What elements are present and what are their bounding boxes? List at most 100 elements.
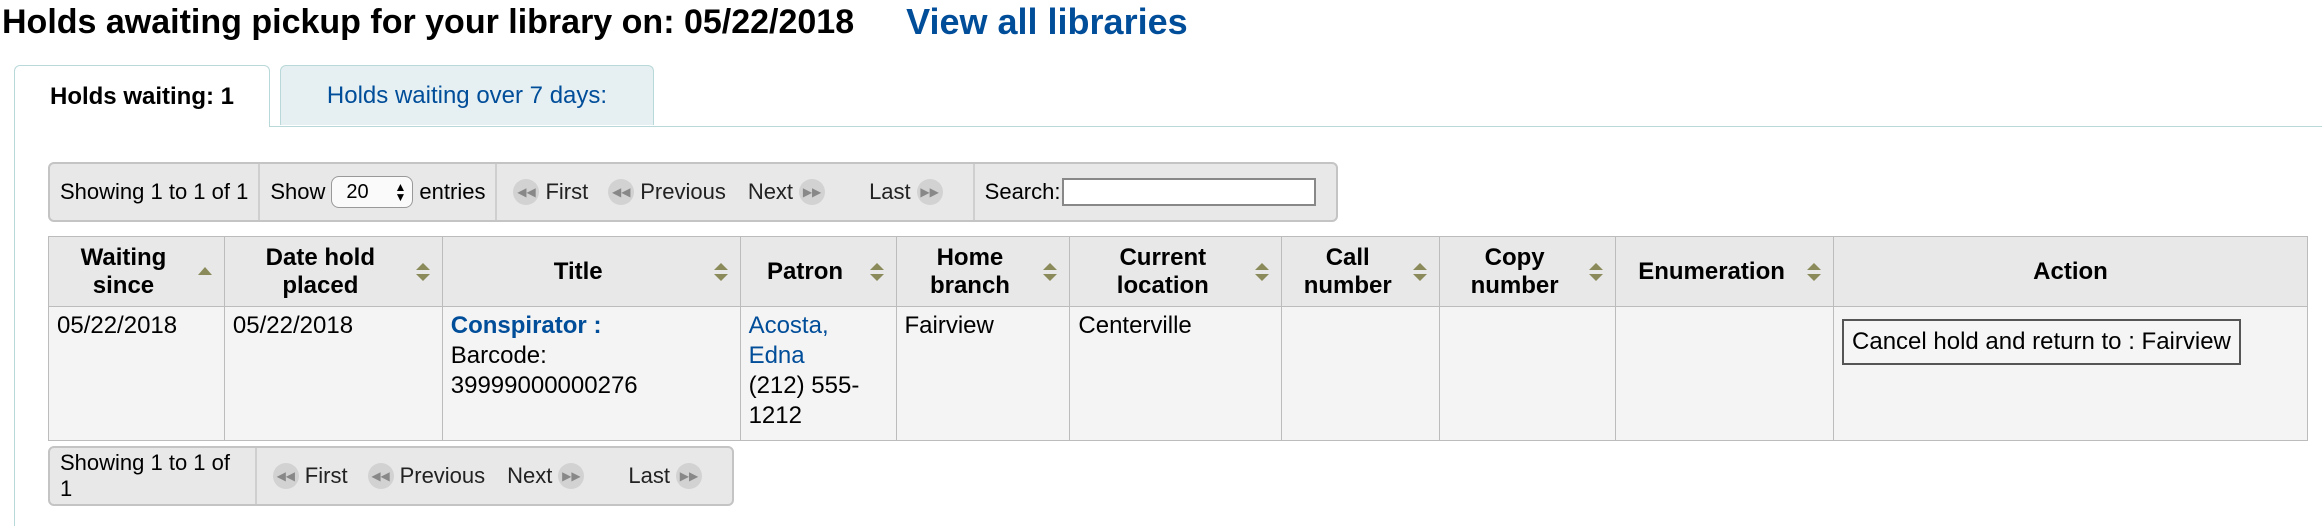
- last-label: Last: [628, 463, 670, 488]
- last-page-button[interactable]: Last ▶▶: [869, 179, 949, 205]
- next-icon: ▶▶: [799, 179, 826, 205]
- sort-both-icon: [1589, 262, 1604, 281]
- header-text: Copy: [1484, 243, 1545, 271]
- header-text: branch: [929, 271, 1010, 299]
- search-label: Search:: [984, 179, 1061, 204]
- pager-info-text: Showing 1 to 1 of 1: [60, 450, 231, 501]
- select-arrows-icon: ▲ ▼: [394, 180, 407, 204]
- column-header-waiting-since[interactable]: Waiting since: [48, 236, 225, 307]
- first-label: First: [545, 179, 589, 204]
- next-icon: ▶▶: [558, 463, 585, 489]
- header-text: Date hold: [265, 243, 376, 271]
- sort-both-icon: [869, 262, 884, 281]
- cell-title: Conspirator : Barcode: 39999000000276: [441, 306, 741, 441]
- header-text: placed: [282, 271, 359, 299]
- cell-enumeration: [1615, 306, 1835, 441]
- pager-info-text: Showing 1 to 1 of 1: [60, 179, 249, 204]
- previous-page-button[interactable]: ◀◀ Previous: [362, 463, 486, 489]
- previous-icon: ◀◀: [367, 463, 394, 489]
- last-icon: ▶▶: [676, 463, 702, 489]
- first-icon: ◀◀: [272, 463, 299, 489]
- header-text: number: [1303, 271, 1392, 299]
- cell-waiting-since: 05/22/2018: [48, 306, 225, 441]
- entries-select[interactable]: 20 ▲ ▼: [331, 176, 414, 208]
- last-icon: ▶▶: [916, 179, 943, 205]
- tab-holds-waiting-over-7-days[interactable]: Holds waiting over 7 days:: [280, 65, 654, 125]
- sort-both-icon: [1807, 262, 1822, 281]
- table-row: 05/22/2018 05/22/2018 Conspirator : Barc…: [48, 306, 2308, 441]
- patron-phone: (212) 555- 1212: [749, 372, 860, 429]
- column-header-action: Action: [1833, 236, 2308, 307]
- column-header-copy-number[interactable]: Copy number: [1439, 236, 1617, 307]
- column-header-date-placed[interactable]: Date hold placed: [223, 236, 443, 307]
- pager-info: Showing 1 to 1 of 1: [50, 164, 261, 220]
- header-text: Enumeration: [1638, 257, 1785, 285]
- header-text: location: [1116, 271, 1209, 299]
- cell-date-placed: 05/22/2018: [223, 306, 443, 441]
- patron-name-part: Edna: [748, 342, 805, 369]
- entries-label: entries: [419, 179, 486, 204]
- cell-copy-number: [1439, 306, 1617, 441]
- header-text: since: [92, 271, 155, 299]
- pager-info: Showing 1 to 1 of 1: [50, 448, 257, 504]
- cell-home-branch: Fairview: [895, 306, 1071, 441]
- column-header-current-location[interactable]: Current location: [1069, 236, 1283, 307]
- next-page-button[interactable]: Next ▶▶: [507, 463, 590, 489]
- table-header-row: Waiting since Date hold placed Title Patro…: [48, 236, 2308, 307]
- previous-label: Previous: [399, 463, 486, 488]
- cell-action: Cancel hold and return to : Fairview: [1833, 306, 2308, 441]
- first-icon: ◀◀: [513, 179, 540, 205]
- first-label: First: [304, 463, 348, 488]
- previous-page-button[interactable]: ◀◀ Previous: [602, 179, 726, 205]
- header-text: Waiting: [80, 243, 167, 271]
- header-text: Home: [936, 243, 1004, 271]
- previous-label: Previous: [640, 179, 726, 204]
- sort-both-icon: [1413, 262, 1428, 281]
- header-text: Action: [2033, 257, 2108, 285]
- column-header-call-number[interactable]: Call number: [1281, 236, 1441, 307]
- column-header-title[interactable]: Title: [441, 236, 741, 307]
- header-text: Patron: [767, 257, 844, 285]
- view-all-libraries-link[interactable]: View all libraries: [906, 1, 1188, 43]
- column-header-home-branch[interactable]: Home branch: [895, 236, 1071, 307]
- last-page-button[interactable]: Last ▶▶: [628, 463, 708, 489]
- header-text: Call: [1325, 243, 1370, 271]
- column-header-patron[interactable]: Patron: [739, 236, 897, 307]
- patron-link[interactable]: Acosta, Edna: [749, 312, 829, 369]
- first-page-button[interactable]: ◀◀ First: [507, 179, 588, 205]
- phone-part: 1212: [748, 402, 802, 429]
- sort-both-icon: [1043, 262, 1058, 281]
- holds-table: Waiting since Date hold placed Title Patro…: [48, 236, 2308, 441]
- title-link[interactable]: Conspirator :: [451, 312, 602, 339]
- page-heading: Holds awaiting pickup for your library o…: [2, 0, 1188, 44]
- last-label: Last: [869, 179, 911, 204]
- next-label: Next: [507, 463, 553, 488]
- pager-top: Showing 1 to 1 of 1 Show 20 ▲ ▼ entries ◀…: [48, 162, 1338, 222]
- sort-both-icon: [415, 262, 430, 281]
- sort-both-icon: [713, 262, 728, 281]
- sort-both-icon: [1255, 262, 1270, 281]
- header-text: number: [1470, 271, 1559, 299]
- cell-call-number: [1281, 306, 1441, 441]
- cell-current-location: Centerville: [1069, 306, 1283, 441]
- phone-part: (212) 555-: [748, 372, 860, 399]
- tab-holds-waiting[interactable]: Holds waiting: 1: [14, 65, 270, 127]
- cancel-hold-button[interactable]: Cancel hold and return to : Fairview: [1842, 319, 2241, 365]
- pager-bottom: Showing 1 to 1 of 1 ◀◀ First ◀◀ Previous N…: [48, 446, 734, 506]
- column-header-enumeration[interactable]: Enumeration: [1615, 236, 1835, 307]
- search-input[interactable]: [1062, 178, 1317, 206]
- first-page-button[interactable]: ◀◀ First: [267, 463, 348, 489]
- entries-select-value: 20: [346, 180, 369, 203]
- page-title: Holds awaiting pickup for your library o…: [2, 2, 855, 41]
- search-control: Search:: [975, 164, 1327, 220]
- barcode-label: Barcode:: [450, 342, 547, 369]
- barcode-value: 39999000000276: [450, 372, 638, 399]
- page-length-control: Show 20 ▲ ▼ entries: [260, 164, 498, 220]
- next-label: Next: [747, 179, 794, 204]
- header-text: Title: [553, 257, 603, 285]
- sort-ascending-icon: [197, 266, 212, 275]
- next-page-button[interactable]: Next ▶▶: [748, 179, 831, 205]
- pagination-controls: ◀◀ First ◀◀ Previous Next ▶▶ Last ▶▶: [257, 448, 732, 504]
- cell-patron: Acosta, Edna (212) 555- 1212: [739, 306, 897, 441]
- header-text: Current: [1119, 243, 1207, 271]
